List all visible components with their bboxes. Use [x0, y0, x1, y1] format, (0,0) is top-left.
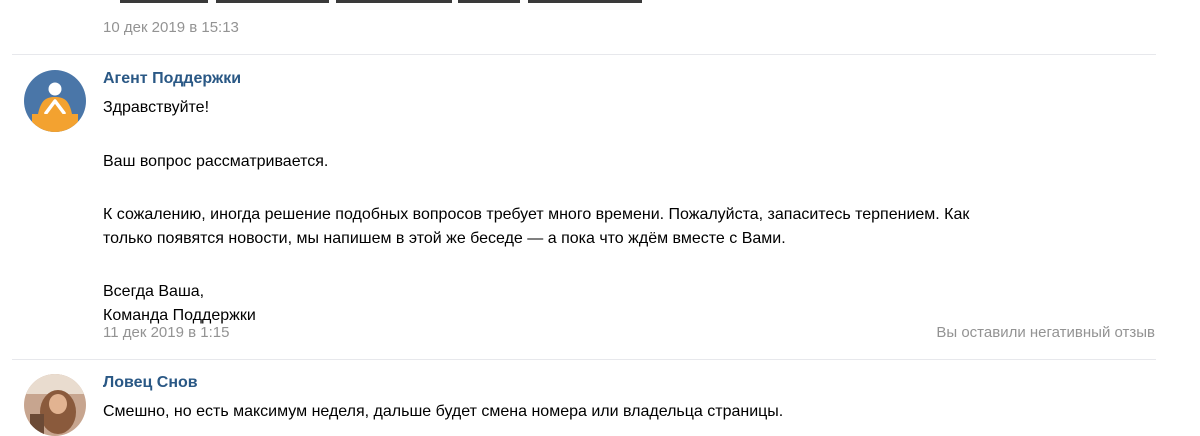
- avatar[interactable]: [24, 374, 86, 436]
- attachment-thumbnail[interactable]: [528, 0, 642, 3]
- message-text: Здравствуйте! Ваш вопрос рассматривается…: [103, 96, 1143, 327]
- message-line: Ваш вопрос рассматривается.: [103, 152, 329, 170]
- message-line: Здравствуйте!: [103, 99, 210, 116]
- attachment-thumbnail[interactable]: [458, 0, 520, 3]
- message-line: К сожалению, иногда решение подобных воп…: [103, 206, 970, 223]
- message-author[interactable]: Агент Поддержки: [103, 70, 241, 88]
- attachment-thumbnail[interactable]: [120, 0, 208, 3]
- message-divider: [12, 359, 1156, 360]
- message-line: только появятся новости, мы напишем в эт…: [103, 229, 786, 247]
- message-text: Смешно, но есть максимум неделя, дальше …: [103, 400, 1143, 424]
- message-line: Смешно, но есть максимум неделя, дальше …: [103, 403, 784, 420]
- message-divider: [12, 54, 1156, 55]
- support-agent-avatar-icon: [24, 70, 86, 132]
- message-timestamp[interactable]: 10 дек 2019 в 15:13: [103, 19, 239, 36]
- avatar[interactable]: [24, 70, 86, 132]
- user-photo-avatar-icon: [24, 374, 86, 436]
- message-author[interactable]: Ловец Снов: [103, 374, 198, 392]
- feedback-status: Вы оставили негативный отзыв: [936, 324, 1155, 341]
- attachment-thumbnail[interactable]: [336, 0, 452, 3]
- attachment-thumbnail[interactable]: [216, 0, 329, 3]
- message-line: Всегда Ваша,: [103, 283, 205, 300]
- message-timestamp[interactable]: 11 дек 2019 в 1:15: [103, 324, 229, 341]
